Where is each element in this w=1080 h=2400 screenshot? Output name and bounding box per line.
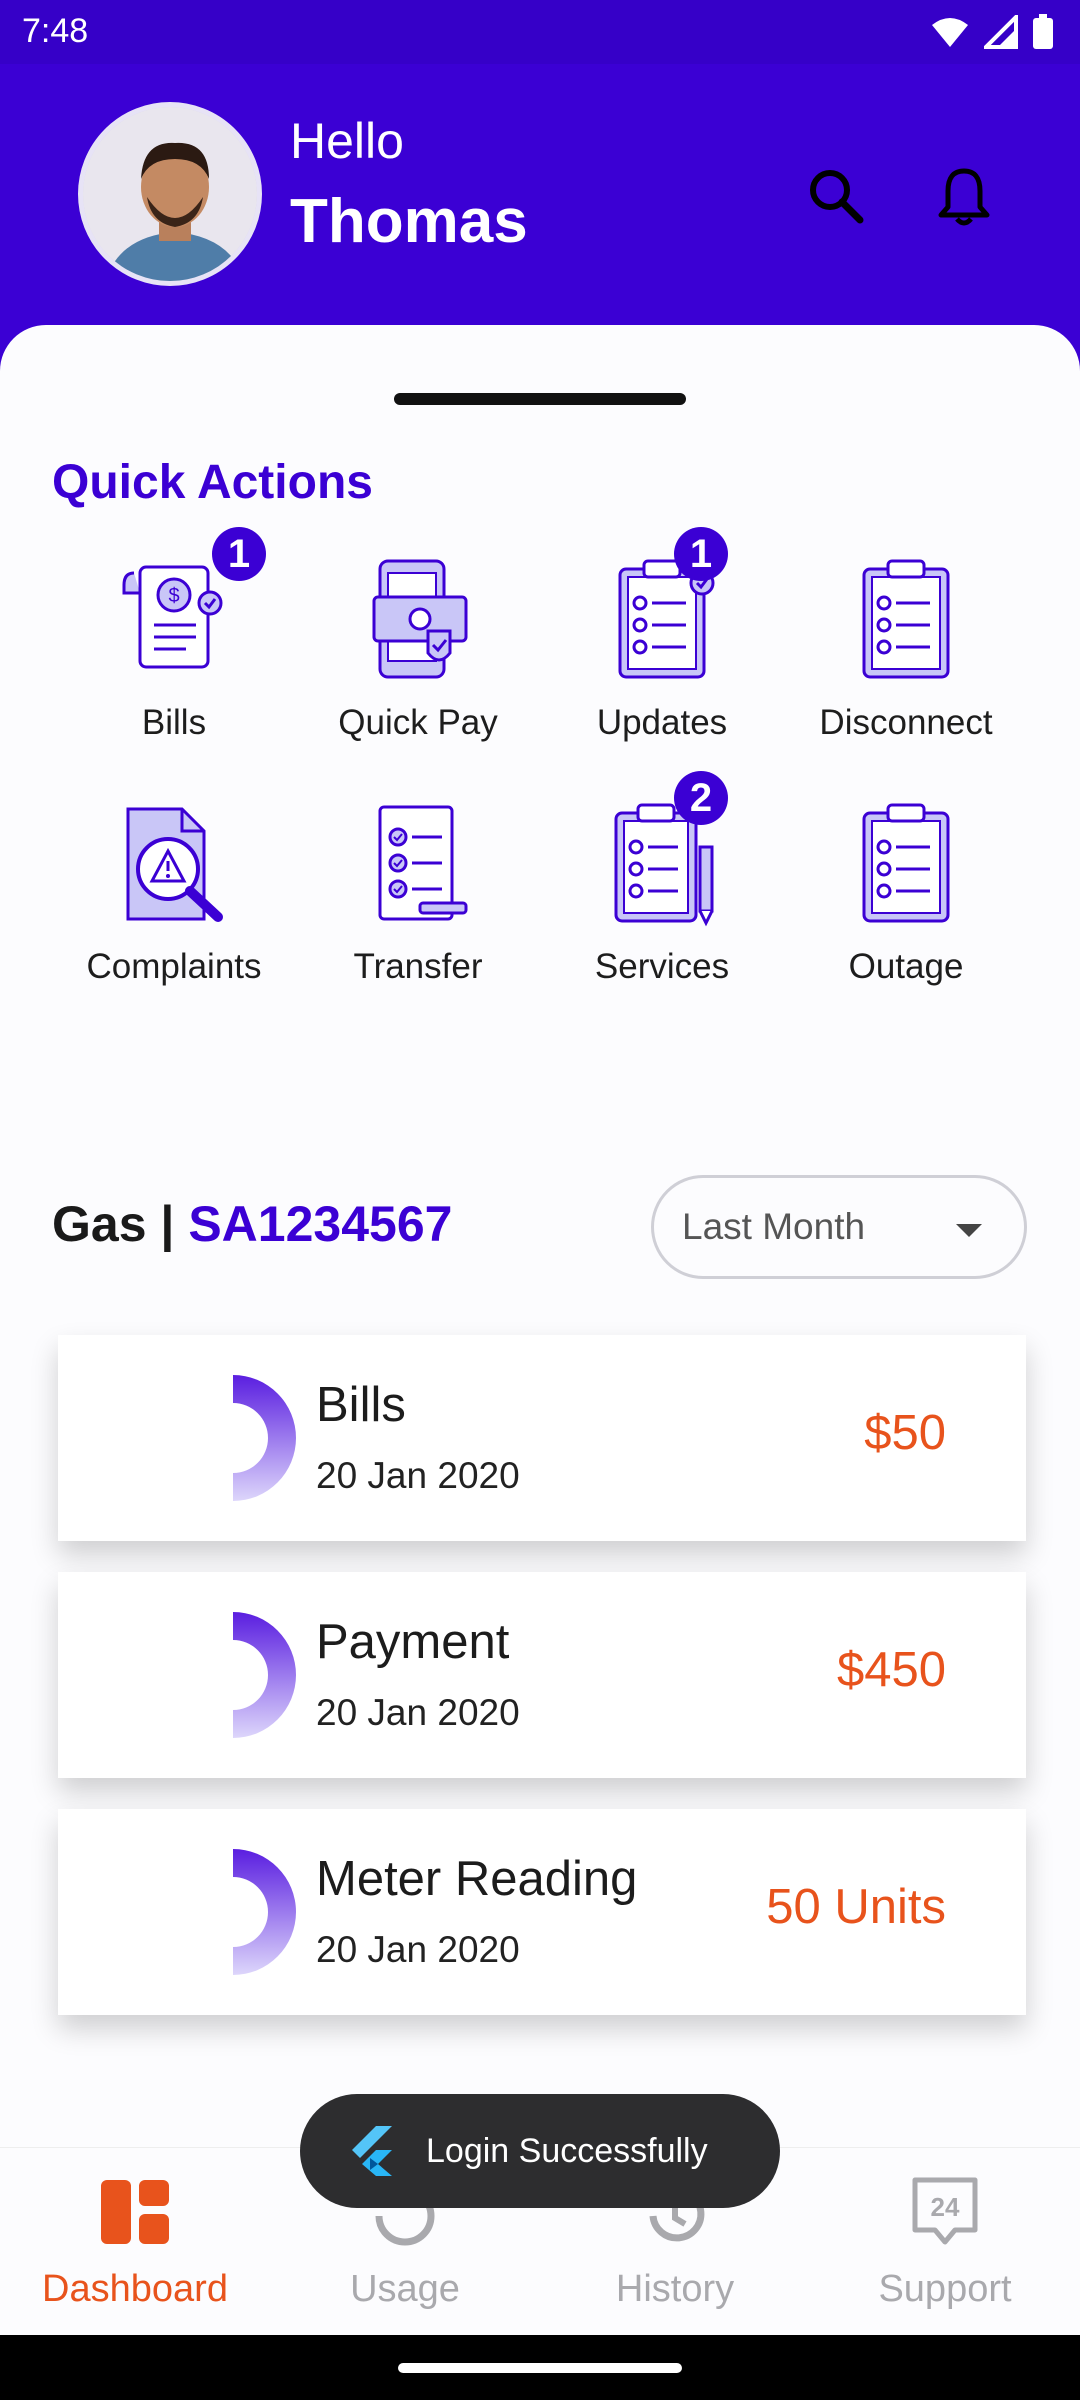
- quick-action-bills[interactable]: $ 1 Bills: [52, 527, 296, 763]
- support-24-icon: 24: [912, 2177, 978, 2245]
- notifications-button[interactable]: [926, 158, 1002, 234]
- nav-label: Usage: [350, 2268, 460, 2310]
- quick-action-transfer[interactable]: Transfer: [296, 787, 540, 1007]
- quick-action-label: Quick Pay: [338, 703, 498, 742]
- mobile-pay-icon: [372, 559, 468, 679]
- nav-label: Dashboard: [42, 2268, 228, 2310]
- quick-action-label: Services: [594, 947, 730, 986]
- account-number: SA1234567: [188, 1196, 453, 1252]
- search-button[interactable]: [798, 158, 874, 234]
- status-bar: 7:48: [0, 0, 1080, 64]
- period-dropdown[interactable]: Last Month: [651, 1175, 1027, 1279]
- progress-ring-icon: [233, 1612, 296, 1738]
- chevron-down-icon: [956, 1224, 982, 1237]
- services-badge: 2: [674, 771, 728, 825]
- card-date: 20 Jan 2020: [316, 1929, 520, 1970]
- toast-message: Login Successfully: [426, 2131, 708, 2170]
- search-icon: [810, 170, 864, 224]
- summary-card-meter-reading[interactable]: Meter Reading 20 Jan 2020 50 Units: [58, 1809, 1026, 2015]
- card-value: $50: [864, 1406, 946, 1460]
- updates-badge: 1: [674, 527, 728, 581]
- signal-icon: [984, 15, 1018, 49]
- wifi-icon: [932, 18, 968, 47]
- nav-item-support[interactable]: 24 Support: [810, 2148, 1080, 2336]
- quick-action-label: Disconnect: [819, 703, 993, 742]
- dashboard-icon: [101, 2180, 169, 2244]
- card-title: Bills: [316, 1378, 406, 1432]
- quick-action-label: Updates: [596, 703, 728, 742]
- nav-label: History: [615, 2268, 735, 2310]
- card-value: 50 Units: [766, 1880, 946, 1934]
- quick-action-complaints[interactable]: Complaints: [52, 787, 296, 1007]
- status-icons: [930, 14, 1054, 50]
- card-value: $450: [836, 1643, 946, 1697]
- summary-card-payment[interactable]: Payment 20 Jan 2020 $450: [58, 1572, 1026, 1778]
- progress-ring-icon: [233, 1849, 296, 1975]
- system-navigation-bar: [0, 2335, 1080, 2400]
- dashboard-sheet: Quick Actions $ 1 Bills Quick Pay 1 Upda…: [0, 325, 1080, 2147]
- quick-action-disconnect[interactable]: Disconnect: [784, 543, 1028, 763]
- clipboard-list-icon: [862, 559, 950, 679]
- header: Hello Thomas: [0, 64, 1080, 334]
- quick-action-updates[interactable]: 1 Updates: [540, 527, 784, 763]
- drag-handle[interactable]: [394, 393, 686, 405]
- home-gesture-pill[interactable]: [398, 2363, 682, 2373]
- quick-action-label: Complaints: [86, 947, 262, 986]
- support-icon-text: 24: [931, 2192, 960, 2222]
- period-selected: Last Month: [682, 1206, 866, 1247]
- quick-action-label: Transfer: [353, 947, 483, 986]
- avatar-photo: [83, 107, 257, 281]
- status-time: 7:48: [22, 12, 89, 50]
- quick-action-quick-pay[interactable]: Quick Pay: [296, 543, 540, 763]
- clipboard-list-icon: [862, 803, 950, 923]
- avatar[interactable]: [78, 102, 262, 286]
- progress-ring-icon: [233, 1375, 296, 1501]
- account-heading: Gas | SA1234567: [52, 1195, 452, 1253]
- bell-icon: [938, 168, 990, 226]
- bill-receipt-icon: $: [122, 565, 223, 669]
- checklist-icon: [378, 805, 468, 921]
- nav-item-dashboard[interactable]: Dashboard: [0, 2148, 270, 2336]
- flutter-logo-icon: [352, 2126, 392, 2176]
- card-title: Payment: [316, 1615, 510, 1669]
- card-title: Meter Reading: [316, 1852, 638, 1906]
- account-type: Gas: [52, 1196, 147, 1252]
- card-date: 20 Jan 2020: [316, 1455, 520, 1496]
- account-separator: |: [160, 1196, 175, 1252]
- quick-action-label: Bills: [141, 703, 207, 742]
- document-search-warning-icon: [126, 807, 223, 922]
- username: Thomas: [290, 187, 528, 256]
- quick-action-services[interactable]: 2 Services: [540, 771, 784, 1007]
- login-toast: Login Successfully: [300, 2094, 780, 2208]
- quick-action-label: Outage: [848, 947, 964, 986]
- nav-label: Support: [878, 2268, 1012, 2310]
- card-date: 20 Jan 2020: [316, 1692, 520, 1733]
- quick-actions-title: Quick Actions: [52, 456, 373, 509]
- battery-icon: [1033, 14, 1053, 49]
- quick-action-outage[interactable]: Outage: [784, 787, 1028, 1007]
- summary-card-bills[interactable]: Bills 20 Jan 2020 $50: [58, 1335, 1026, 1541]
- svg-text:$: $: [168, 585, 179, 607]
- bills-badge: 1: [212, 527, 266, 581]
- greeting-text: Hello: [290, 113, 404, 169]
